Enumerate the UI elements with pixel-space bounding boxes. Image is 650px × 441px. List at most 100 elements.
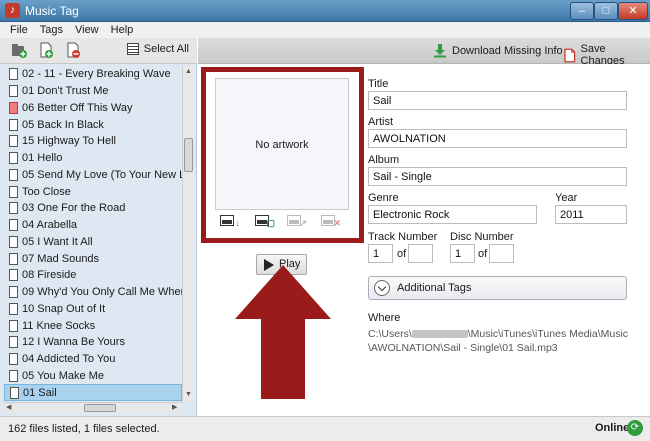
remove-file-icon[interactable] bbox=[65, 42, 81, 58]
horizontal-scroll-thumb[interactable] bbox=[84, 404, 116, 412]
file-icon bbox=[9, 202, 18, 215]
file-icon bbox=[9, 118, 18, 131]
list-icon bbox=[126, 43, 139, 55]
disc-of-text: of bbox=[478, 248, 488, 260]
file-list-item[interactable]: 10 Snap Out of It bbox=[4, 301, 182, 318]
year-label: Year bbox=[555, 192, 578, 204]
file-list-item[interactable]: 11 Knee Socks bbox=[4, 317, 182, 334]
file-list-item[interactable]: 05 I Want It All bbox=[4, 234, 182, 251]
minimize-button[interactable]: – bbox=[570, 2, 594, 20]
file-list-item[interactable]: 01 Don't Trust Me bbox=[4, 83, 182, 100]
disc-total-field[interactable] bbox=[489, 244, 514, 263]
file-path: C:\Users\ \Music\iTunes\iTunes Media\Musi… bbox=[368, 327, 638, 355]
file-name: 11 Knee Socks bbox=[22, 319, 96, 332]
file-list-item[interactable]: 01 Hello bbox=[4, 150, 182, 167]
file-name: Too Close bbox=[22, 185, 71, 198]
track-number-field[interactable] bbox=[368, 244, 393, 263]
close-button[interactable]: ✕ bbox=[618, 2, 648, 20]
status-bar: 162 files listed, 1 files selected. Onli… bbox=[0, 416, 650, 441]
file-name: 01 Don't Trust Me bbox=[22, 85, 109, 98]
track-of-text: of bbox=[397, 248, 407, 260]
file-icon bbox=[9, 252, 18, 265]
file-name: 12 I Wanna Be Yours bbox=[22, 336, 125, 349]
delete-artwork-icon[interactable]: ✕ bbox=[321, 214, 341, 228]
file-list-item[interactable]: 08 Fireside bbox=[4, 267, 182, 284]
file-name: 10 Snap Out of It bbox=[22, 302, 106, 315]
file-icon bbox=[9, 286, 18, 299]
file-list-item[interactable]: 15 Highway To Hell bbox=[4, 133, 182, 150]
file-list-item[interactable]: Too Close bbox=[4, 183, 182, 200]
file-name: 01 Sail bbox=[23, 386, 57, 399]
track-total-field[interactable] bbox=[408, 244, 433, 263]
list-toolbar: Select All bbox=[0, 38, 197, 64]
album-field[interactable] bbox=[368, 167, 627, 186]
file-icon bbox=[9, 168, 18, 181]
artist-label: Artist bbox=[368, 116, 394, 128]
disc-number-field[interactable] bbox=[450, 244, 475, 263]
file-list-item[interactable]: 12 I Wanna Be Yours bbox=[4, 334, 182, 351]
artist-field[interactable] bbox=[368, 129, 627, 148]
file-list-item[interactable]: 02 - 11 - Every Breaking Wave bbox=[4, 66, 182, 83]
add-file-icon[interactable] bbox=[38, 42, 54, 58]
file-icon bbox=[9, 219, 18, 232]
scroll-up-icon[interactable]: ▲ bbox=[185, 67, 192, 77]
download-label: Download Missing Info bbox=[452, 44, 563, 57]
export-artwork-icon[interactable]: ↗ bbox=[287, 214, 307, 228]
file-list-item[interactable]: 05 Send My Love (To Your New Lover) bbox=[4, 167, 182, 184]
file-name: 07 Mad Sounds bbox=[22, 252, 100, 265]
copy-artwork-icon[interactable]: ▢ bbox=[255, 214, 275, 228]
title-field[interactable] bbox=[368, 91, 627, 110]
annotation-arrow bbox=[235, 265, 331, 399]
file-name: 03 One For the Road bbox=[22, 202, 126, 215]
year-field[interactable] bbox=[555, 205, 627, 224]
additional-tags-expander[interactable]: Additional Tags bbox=[368, 276, 627, 300]
menu-tags[interactable]: Tags bbox=[34, 23, 69, 37]
file-icon bbox=[9, 101, 18, 114]
file-name: 06 Better Off This Way bbox=[22, 101, 133, 114]
scroll-right-icon[interactable]: ▶ bbox=[172, 403, 177, 413]
select-all-button[interactable]: Select All bbox=[126, 43, 189, 55]
file-list[interactable]: 02 - 11 - Every Breaking Wave 01 Don't Tr… bbox=[4, 66, 182, 402]
vertical-scrollbar[interactable]: ▲ ▼ bbox=[182, 66, 194, 402]
file-icon bbox=[9, 269, 18, 282]
file-icon bbox=[9, 336, 18, 349]
vertical-scroll-thumb[interactable] bbox=[184, 138, 193, 172]
file-icon bbox=[10, 386, 19, 399]
file-name: 05 Send My Love (To Your New Lover) bbox=[22, 168, 182, 181]
file-list-item[interactable]: 06 Better Off This Way bbox=[4, 100, 182, 117]
menu-file[interactable]: File bbox=[0, 23, 34, 37]
menu-help[interactable]: Help bbox=[105, 23, 140, 37]
scroll-left-icon[interactable]: ◀ bbox=[6, 403, 11, 413]
select-all-label: Select All bbox=[143, 43, 189, 55]
file-icon bbox=[9, 369, 18, 382]
add-folder-icon[interactable] bbox=[11, 42, 27, 58]
title-label: Title bbox=[368, 78, 389, 90]
file-icon bbox=[9, 235, 18, 248]
file-name: 05 Back In Black bbox=[22, 118, 104, 131]
menu-view[interactable]: View bbox=[69, 23, 105, 37]
file-list-item[interactable]: 05 You Make Me bbox=[4, 368, 182, 385]
redacted-username bbox=[411, 330, 468, 339]
file-list-item[interactable]: 03 One For the Road bbox=[4, 200, 182, 217]
file-name: 01 Hello bbox=[22, 152, 63, 165]
file-icon bbox=[9, 152, 18, 165]
file-list-item[interactable]: 07 Mad Sounds bbox=[4, 250, 182, 267]
genre-field[interactable] bbox=[368, 205, 537, 224]
file-icon bbox=[9, 353, 18, 366]
file-list-item[interactable]: 01 Sail bbox=[4, 384, 182, 401]
file-icon bbox=[9, 85, 18, 98]
genre-label: Genre bbox=[368, 192, 399, 204]
file-name: 04 Addicted To You bbox=[22, 353, 116, 366]
maximize-button[interactable]: □ bbox=[594, 2, 618, 20]
file-list-item[interactable]: 05 Back In Black bbox=[4, 116, 182, 133]
file-list-item[interactable]: 04 Addicted To You bbox=[4, 351, 182, 368]
scroll-down-icon[interactable]: ▼ bbox=[185, 390, 192, 400]
save-file-icon bbox=[564, 48, 576, 62]
download-icon bbox=[434, 44, 446, 58]
horizontal-scrollbar[interactable]: ◀ ▶ bbox=[4, 402, 182, 413]
import-artwork-icon[interactable]: ↓ bbox=[220, 214, 240, 228]
file-list-item[interactable]: 09 Why'd You Only Call Me When You' bbox=[4, 284, 182, 301]
artwork-area[interactable]: No artwork bbox=[215, 78, 349, 210]
download-missing-info-button[interactable]: Download Missing Info bbox=[433, 43, 563, 58]
file-list-item[interactable]: 04 Arabella bbox=[4, 217, 182, 234]
